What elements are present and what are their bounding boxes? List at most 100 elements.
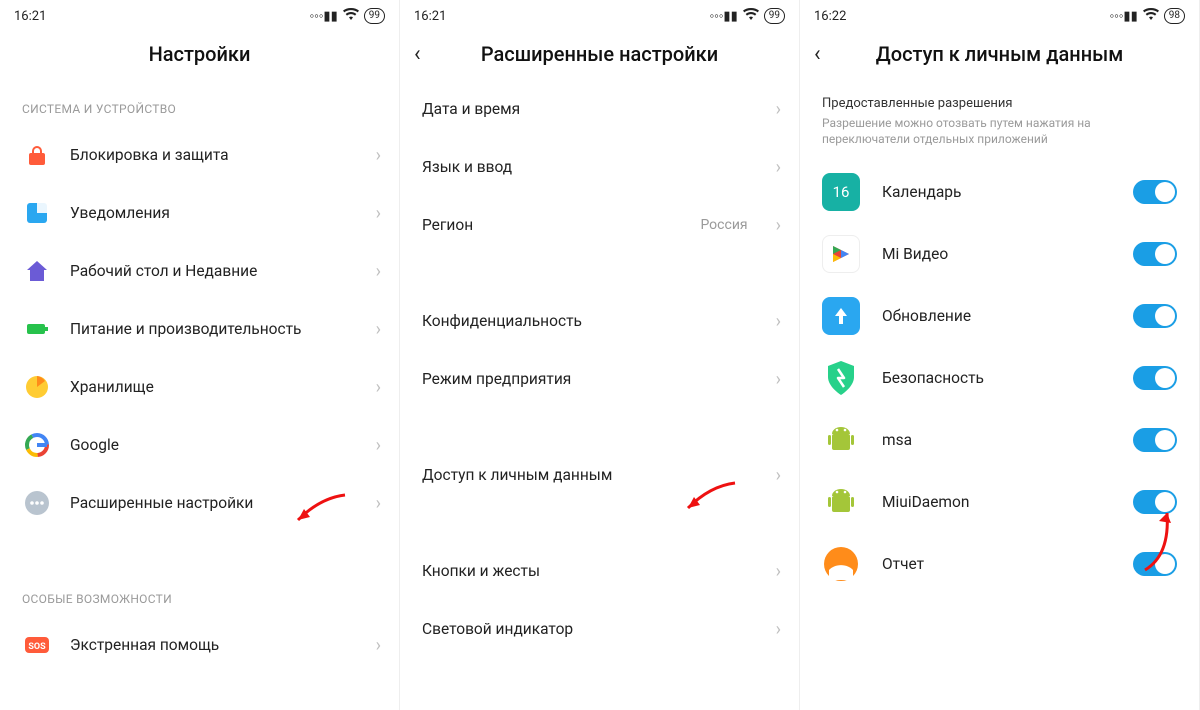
chevron-right-icon: › <box>776 311 781 332</box>
row-notifications[interactable]: Уведомления › <box>0 184 399 242</box>
google-icon <box>22 430 52 460</box>
status-bar: 16:22 ◦◦◦▮▮ 98 <box>800 0 1199 28</box>
status-time: 16:22 <box>814 9 846 24</box>
toggle-msa[interactable] <box>1133 428 1177 452</box>
row-label: Конфиденциальность <box>422 312 758 330</box>
page-title: Расширенные настройки <box>481 42 718 66</box>
header: ‹ Расширенные настройки <box>400 28 799 80</box>
row-buttons-gestures[interactable]: Кнопки и жесты › <box>400 542 799 600</box>
app-row-miuidaemon: MiuiDaemon <box>800 471 1199 533</box>
row-label: Хранилище <box>70 378 358 396</box>
wifi-icon <box>343 8 359 24</box>
app-row-update: Обновление <box>800 285 1199 347</box>
chevron-right-icon: › <box>376 435 381 456</box>
chevron-right-icon: › <box>776 99 781 120</box>
row-label: Язык и ввод <box>422 158 758 176</box>
section-label-accessibility: ОСОБЫЕ ВОЗМОЖНОСТИ <box>0 570 399 616</box>
android-icon <box>822 421 860 459</box>
page-title: Настройки <box>149 42 251 66</box>
row-lock-security[interactable]: Блокировка и защита › <box>0 126 399 184</box>
toggle-calendar[interactable] <box>1133 180 1177 204</box>
chevron-right-icon: › <box>776 157 781 178</box>
row-enterprise[interactable]: Режим предприятия › <box>400 350 799 408</box>
row-label: Режим предприятия <box>422 370 758 388</box>
app-row-mivideo: Mi Видео <box>800 223 1199 285</box>
row-label: Питание и производительность <box>70 320 358 338</box>
row-storage[interactable]: Хранилище › <box>0 358 399 416</box>
shield-icon <box>822 359 860 397</box>
row-google[interactable]: Google › <box>0 416 399 474</box>
notifications-icon <box>22 198 52 228</box>
row-label: Кнопки и жесты <box>422 562 758 580</box>
status-bar: 16:21 ◦◦◦▮▮ 99 <box>400 0 799 28</box>
wifi-icon <box>743 8 759 24</box>
toggle-update[interactable] <box>1133 304 1177 328</box>
toggle-mivideo[interactable] <box>1133 242 1177 266</box>
header: ‹ Доступ к личным данным <box>800 28 1199 80</box>
play-icon <box>822 235 860 273</box>
chevron-right-icon: › <box>376 145 381 166</box>
chevron-right-icon: › <box>376 493 381 514</box>
more-icon <box>22 488 52 518</box>
section-label-system: СИСТЕМА И УСТРОЙСТВО <box>0 80 399 126</box>
report-icon <box>822 545 860 583</box>
screen-settings: 16:21 ◦◦◦▮▮ 99 Настройки СИСТЕМА И УСТРО… <box>0 0 400 710</box>
row-value: Россия <box>700 217 747 233</box>
chevron-right-icon: › <box>776 619 781 640</box>
app-row-report: Отчет <box>800 533 1199 595</box>
app-row-calendar: 16 Календарь <box>800 161 1199 223</box>
signal-icon: ◦◦◦▮▮ <box>310 8 338 24</box>
lock-icon <box>22 140 52 170</box>
storage-icon <box>22 372 52 402</box>
chevron-right-icon: › <box>376 635 381 656</box>
back-button[interactable]: ‹ <box>414 42 421 67</box>
toggle-report[interactable] <box>1133 552 1177 576</box>
svg-text:SOS: SOS <box>28 642 46 652</box>
row-label: Регион <box>422 216 682 234</box>
row-label: Блокировка и защита <box>70 146 358 164</box>
app-label: Календарь <box>882 183 1111 201</box>
toggle-security[interactable] <box>1133 366 1177 390</box>
screen-personal-data: 16:22 ◦◦◦▮▮ 98 ‹ Доступ к личным данным … <box>800 0 1200 710</box>
row-led[interactable]: Световой индикатор › <box>400 600 799 658</box>
battery-icon: 99 <box>364 8 385 24</box>
battery-perf-icon <box>22 314 52 344</box>
row-power-perf[interactable]: Питание и производительность › <box>0 300 399 358</box>
battery-icon: 98 <box>1164 8 1185 24</box>
row-region[interactable]: Регион Россия › <box>400 196 799 254</box>
chevron-right-icon: › <box>376 319 381 340</box>
screen-advanced: 16:21 ◦◦◦▮▮ 99 ‹ Расширенные настройки Д… <box>400 0 800 710</box>
row-label: Световой индикатор <box>422 620 758 638</box>
home-icon <box>22 256 52 286</box>
status-right: ◦◦◦▮▮ 98 <box>1110 8 1185 24</box>
app-label: Обновление <box>882 307 1111 325</box>
row-label: Расширенные настройки <box>70 494 358 512</box>
row-label: Доступ к личным данным <box>422 466 758 484</box>
back-button[interactable]: ‹ <box>814 42 821 67</box>
calendar-icon: 16 <box>822 173 860 211</box>
page-title: Доступ к личным данным <box>876 42 1123 66</box>
status-right: ◦◦◦▮▮ 99 <box>310 8 385 24</box>
toggle-miuidaemon[interactable] <box>1133 490 1177 514</box>
signal-icon: ◦◦◦▮▮ <box>1110 8 1138 24</box>
status-time: 16:21 <box>14 9 46 24</box>
chevron-right-icon: › <box>776 465 781 486</box>
subheading: Предоставленные разрешения <box>800 80 1199 115</box>
row-personal-data[interactable]: Доступ к личным данным › <box>400 446 799 504</box>
row-label: Уведомления <box>70 204 358 222</box>
chevron-right-icon: › <box>776 561 781 582</box>
chevron-right-icon: › <box>776 369 781 390</box>
wifi-icon <box>1143 8 1159 24</box>
row-privacy[interactable]: Конфиденциальность › <box>400 292 799 350</box>
row-sos[interactable]: SOS Экстренная помощь › <box>0 616 399 674</box>
app-label: Mi Видео <box>882 245 1111 263</box>
row-date-time[interactable]: Дата и время › <box>400 80 799 138</box>
app-label: Безопасность <box>882 369 1111 387</box>
row-language[interactable]: Язык и ввод › <box>400 138 799 196</box>
app-label: MiuiDaemon <box>882 493 1111 511</box>
app-row-security: Безопасность <box>800 347 1199 409</box>
status-right: ◦◦◦▮▮ 99 <box>710 8 785 24</box>
update-icon <box>822 297 860 335</box>
row-home-recents[interactable]: Рабочий стол и Недавние › <box>0 242 399 300</box>
row-advanced-settings[interactable]: Расширенные настройки › <box>0 474 399 532</box>
